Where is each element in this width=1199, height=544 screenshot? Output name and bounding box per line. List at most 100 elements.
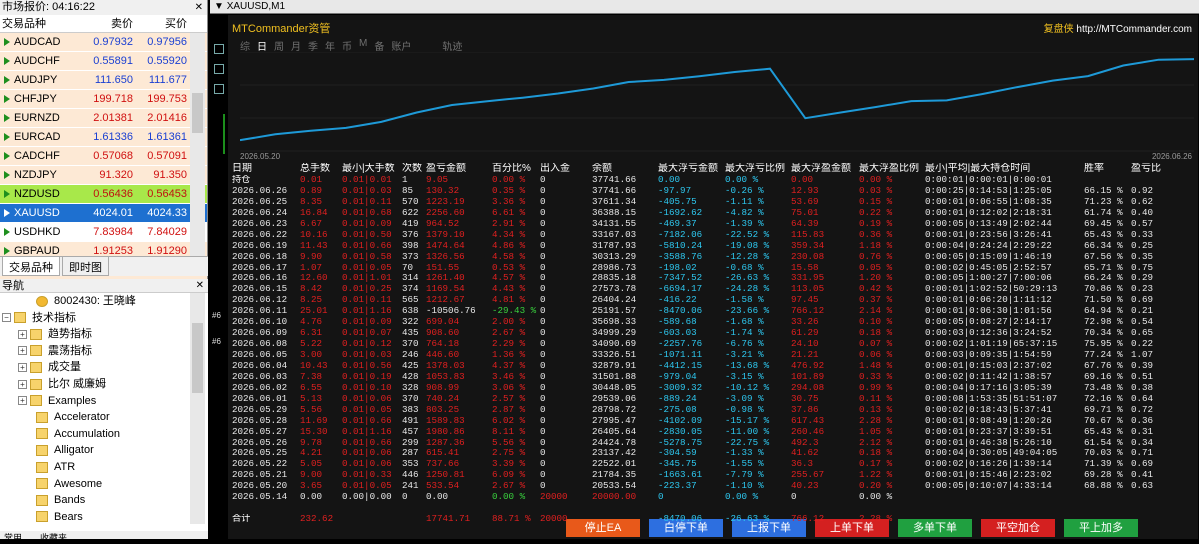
navigator-item[interactable]: ATR — [0, 459, 208, 476]
ea-icon[interactable] — [214, 44, 224, 54]
scroll-thumb[interactable] — [192, 93, 203, 133]
navigator-item[interactable]: Alligator — [0, 442, 208, 459]
panel-tab[interactable]: 月 — [291, 38, 301, 53]
equity-point — [451, 104, 453, 106]
cell: 85 — [402, 185, 414, 196]
ask-cell: 111.677 — [148, 74, 187, 86]
cell: 0.01|0.66 — [342, 415, 392, 426]
brand-cn: 复盘侠 — [1043, 24, 1074, 35]
cell: 最大浮亏金额 — [658, 163, 718, 174]
panel-tab[interactable]: M — [359, 38, 367, 53]
chart-title-bar: ▼ XAUUSD,M1 — [210, 0, 1199, 14]
market-watch-tabs: 交易品种 即时图 — [0, 256, 208, 276]
cell: -1692.62 — [658, 207, 703, 218]
tab-favorites[interactable]: 收藏夹 — [40, 533, 67, 543]
cell: 0.01|0.03 — [342, 185, 392, 196]
quote-row[interactable]: AUDJPY 111.650 111.677 — [0, 71, 207, 90]
col-ask[interactable]: 买价 — [133, 15, 187, 32]
close-icon[interactable]: ✕ — [196, 279, 204, 293]
col-bid[interactable]: 卖价 — [80, 15, 133, 32]
navigator-item[interactable]: + Examples — [0, 393, 208, 410]
table-row: 2026.06.04 10.43 0.01|0.56 425 1378.03 4.37 %… — [232, 361, 1194, 372]
cell: 376 — [402, 229, 419, 240]
quote-row[interactable]: XAUUSD 4024.01 4024.33 — [0, 204, 207, 223]
cell: 41.62 — [791, 448, 819, 459]
cell: -603.03 — [658, 328, 697, 339]
table-row: 2026.06.02 6.55 0.01|0.10 328 908.99 3.06 % 0 3… — [232, 383, 1194, 394]
panel-brand[interactable]: 复盘侠 http://MTCommander.com — [1044, 20, 1192, 35]
cell: 2.67 % — [492, 481, 526, 492]
cell: -0.68 % — [725, 262, 764, 273]
panel-tab[interactable]: 轨迹 — [442, 38, 462, 53]
quote-row[interactable]: USDHKD 7.83984 7.84029 — [0, 223, 207, 242]
panel-tab[interactable]: 季 — [308, 38, 318, 53]
quote-row[interactable]: NZDUSD 0.56436 0.56453 — [0, 185, 207, 204]
cell: 64.39 — [791, 218, 819, 229]
cell: 22522.01 — [592, 459, 637, 470]
account-item[interactable]: 8002430: 王晓峰 — [0, 293, 208, 310]
navigator-item[interactable]: Bears — [0, 509, 208, 526]
navigator-item[interactable]: Bands — [0, 492, 208, 509]
close-icon[interactable]: ✕ — [195, 0, 203, 15]
cell: 5.56 — [300, 404, 323, 415]
cell: -469.37 — [658, 218, 697, 229]
cell: 最大浮亏比例 — [725, 163, 785, 174]
cell: 3.46 % — [492, 371, 526, 382]
cell: 0 — [540, 328, 546, 339]
market-watch-scrollbar[interactable] — [190, 33, 205, 256]
tab-tick-chart[interactable]: 即时图 — [62, 257, 109, 276]
tab-common[interactable]: 常用 — [4, 533, 22, 543]
ea-icon[interactable] — [214, 84, 224, 94]
collapse-icon[interactable]: − — [2, 313, 11, 323]
cell: 0:00:01|0:12:02|2:18:31 — [925, 207, 1052, 218]
cell: 5.56 % — [492, 437, 526, 448]
brand-url[interactable]: http://MTCommander.com — [1076, 24, 1192, 35]
expand-icon[interactable]: + — [18, 346, 27, 356]
cell: 10.16 — [300, 229, 328, 240]
arrow-icon — [4, 133, 10, 142]
panel-tab[interactable]: 日 — [257, 38, 267, 53]
navigator-item[interactable]: + 趋势指标 — [0, 326, 208, 343]
navigator-item[interactable]: Accumulation — [0, 426, 208, 443]
col-symbol[interactable]: 交易品种 — [0, 15, 80, 32]
cell: 419 — [402, 218, 419, 229]
cell: 0.01|0.56 — [342, 360, 392, 371]
tab-symbols[interactable]: 交易品种 — [2, 257, 60, 276]
cell: 日期 — [232, 163, 252, 174]
panel-tab[interactable]: 币 — [342, 38, 352, 53]
cell: 0:00:04|0:17:16|3:05:39 — [925, 382, 1052, 393]
navigator-scrollbar[interactable] — [190, 293, 205, 524]
quote-row[interactable]: EURNZD 2.01381 2.01416 — [0, 109, 207, 128]
expand-icon[interactable]: + — [18, 379, 27, 389]
panel-tab[interactable]: 年 — [325, 38, 335, 53]
expand-icon[interactable]: + — [18, 396, 27, 406]
quote-row[interactable]: CADCHF 0.57068 0.57091 — [0, 147, 207, 166]
cell: 20000.00 — [592, 492, 637, 503]
expand-icon[interactable]: + — [18, 362, 27, 372]
panel-tab[interactable]: 周 — [274, 38, 284, 53]
quote-row[interactable]: AUDCAD 0.97932 0.97956 — [0, 33, 207, 52]
cell: 出入金 — [540, 163, 570, 174]
cell: -0.26 % — [725, 185, 764, 196]
account-icon — [36, 295, 48, 307]
panel-tab[interactable]: 账户 — [391, 38, 411, 53]
quote-row[interactable]: AUDCHF 0.55891 0.55920 — [0, 52, 207, 71]
quote-row[interactable]: NZDJPY 91.320 91.350 — [0, 166, 207, 185]
navigator-item[interactable]: + 成交量 — [0, 359, 208, 376]
cell: 0.33 % — [859, 371, 893, 382]
cell: 66.24 % — [1084, 273, 1123, 284]
navigator-item[interactable]: + 比尔 威廉姆 — [0, 376, 208, 393]
navigator-item[interactable]: + 震荡指标 — [0, 343, 208, 360]
navigator-item[interactable]: Accelerator — [0, 409, 208, 426]
expand-icon[interactable]: + — [18, 329, 27, 339]
scroll-thumb[interactable] — [192, 323, 203, 393]
tech-indicators-item[interactable]: − 技术指标 — [0, 310, 208, 327]
navigator-item[interactable]: Awesome — [0, 476, 208, 493]
quote-row[interactable]: CHFJPY 199.718 199.753 — [0, 90, 207, 109]
symbol-cell: XAUUSD — [0, 204, 80, 222]
quote-row[interactable]: EURCAD 1.61336 1.61361 — [0, 128, 207, 147]
ea-icon[interactable] — [214, 64, 224, 74]
panel-tab[interactable]: 综 — [240, 38, 250, 53]
cell: 0.18 % — [859, 448, 893, 459]
panel-tab[interactable]: 备 — [374, 38, 384, 53]
